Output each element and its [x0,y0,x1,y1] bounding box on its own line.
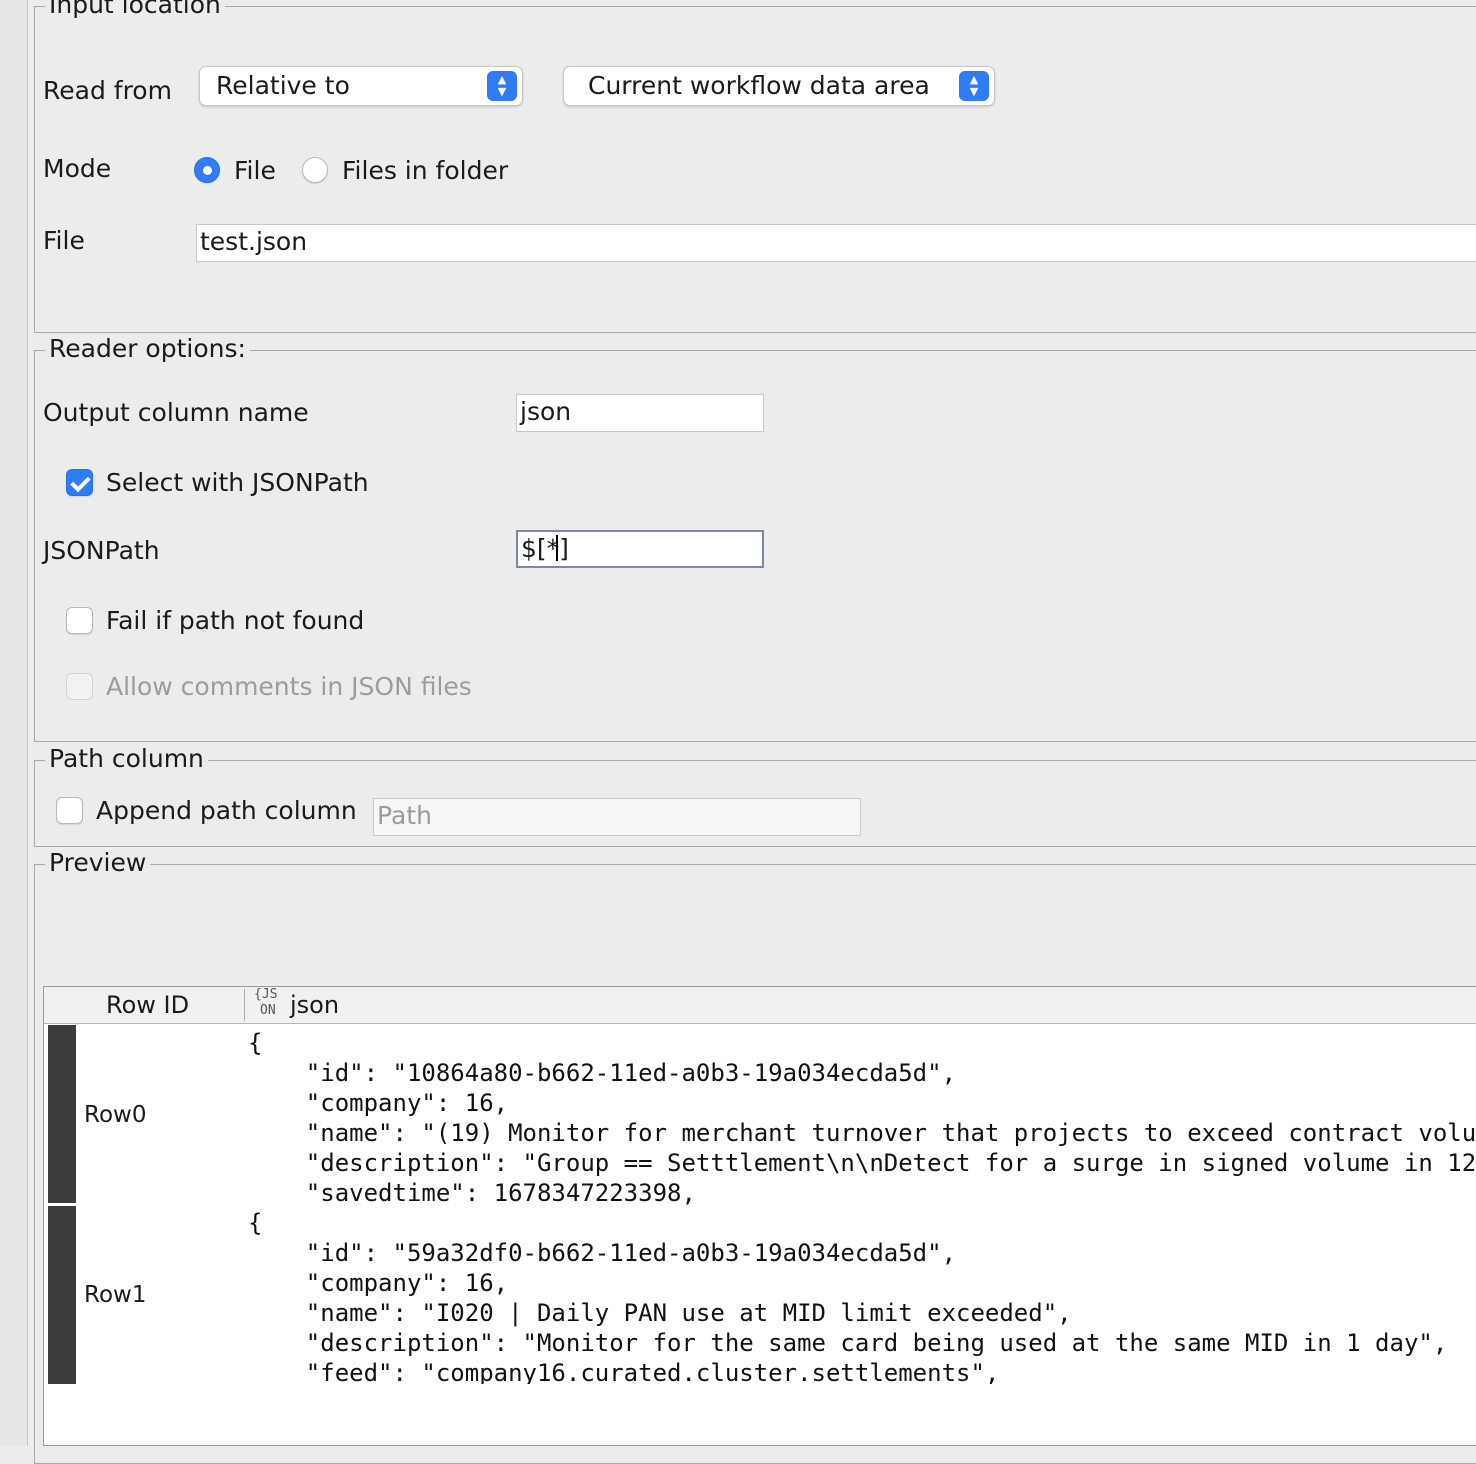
column-divider [244,989,245,1021]
read-from-mode-select[interactable]: Relative to ▲ ▼ [199,66,523,106]
row-marker [48,1025,76,1203]
read-from-mode-value: Relative to [216,71,350,100]
allow-comments-checkbox [66,673,93,700]
select-jsonpath-checkbox[interactable] [66,469,93,496]
row-marker [48,1206,76,1384]
row-id-cell: Row1 [84,1282,147,1308]
path-column-title: Path column [45,744,208,774]
json-line: "name": "I020 | Daily PAN use at MID lim… [248,1299,1072,1327]
text-caret [555,535,558,561]
preview-title: Preview [45,848,151,878]
fail-if-path-not-found-label[interactable]: Fail if path not found [106,606,364,636]
jsonpath-input[interactable]: $[*] [516,530,764,568]
json-line: "company": 16, [248,1089,509,1117]
preview-table[interactable]: Row ID {JS ON json Row0 { "id": "10864a80… [43,986,1476,1446]
mode-files-in-folder-radio[interactable] [302,157,328,183]
json-line: "id": "59a32df0-b662-11ed-a0b3-19a034ecd… [248,1239,957,1267]
json-line: { [248,1209,263,1237]
json-line: "name": "(19) Monitor for merchant turno… [248,1119,1476,1147]
left-panel-edge [0,0,28,1446]
mode-files-in-folder-label[interactable]: Files in folder [342,156,508,186]
read-from-label: Read from [43,76,172,105]
json-line: "savedtime": 1678347223398, [248,1179,696,1207]
allow-comments-label: Allow comments in JSON files [106,672,472,701]
json-line: { [248,1029,263,1057]
mode-file-radio[interactable] [194,157,220,183]
fail-if-path-not-found-checkbox[interactable] [66,607,93,634]
read-from-target-value: Current workflow data area [588,71,930,100]
append-path-column-checkbox[interactable] [56,797,83,824]
append-path-column-label[interactable]: Append path column [96,796,357,826]
output-column-label: Output column name [43,398,309,427]
column-header-row-id[interactable]: Row ID [106,990,189,1020]
table-header: Row ID {JS ON json [44,987,1476,1024]
json-type-icon: {JS ON [254,987,278,1018]
reader-options-title: Reader options: [45,334,250,364]
file-label: File [43,226,85,255]
path-column-name-input: Path [373,798,861,836]
chevron-updown-icon: ▲ ▼ [487,71,517,101]
row-id-cell: Row0 [84,1102,147,1128]
chevron-updown-icon: ▲ ▼ [959,71,989,101]
column-header-json[interactable]: json [290,990,339,1020]
mode-label: Mode [43,154,112,183]
mode-file-label[interactable]: File [234,156,276,186]
select-jsonpath-label[interactable]: Select with JSONPath [106,468,369,498]
output-column-input[interactable]: json [516,394,764,432]
json-line: "feed": "company16.curated.cluster.settl… [248,1359,1000,1384]
read-from-target-select[interactable]: Current workflow data area ▲ ▼ [563,66,995,106]
input-location-title: Input location [45,0,225,20]
json-line: "company": 16, [248,1269,509,1297]
json-line: "id": "10864a80-b662-11ed-a0b3-19a034ecd… [248,1059,957,1087]
json-line: "description": "Monitor for the same car… [248,1329,1448,1357]
jsonpath-value: $[*] [521,534,569,563]
json-line: "description": "Group == Setttlement\n\n… [248,1149,1476,1177]
jsonpath-label: JSONPath [43,536,160,565]
file-path-input[interactable]: test.json [196,224,1476,262]
